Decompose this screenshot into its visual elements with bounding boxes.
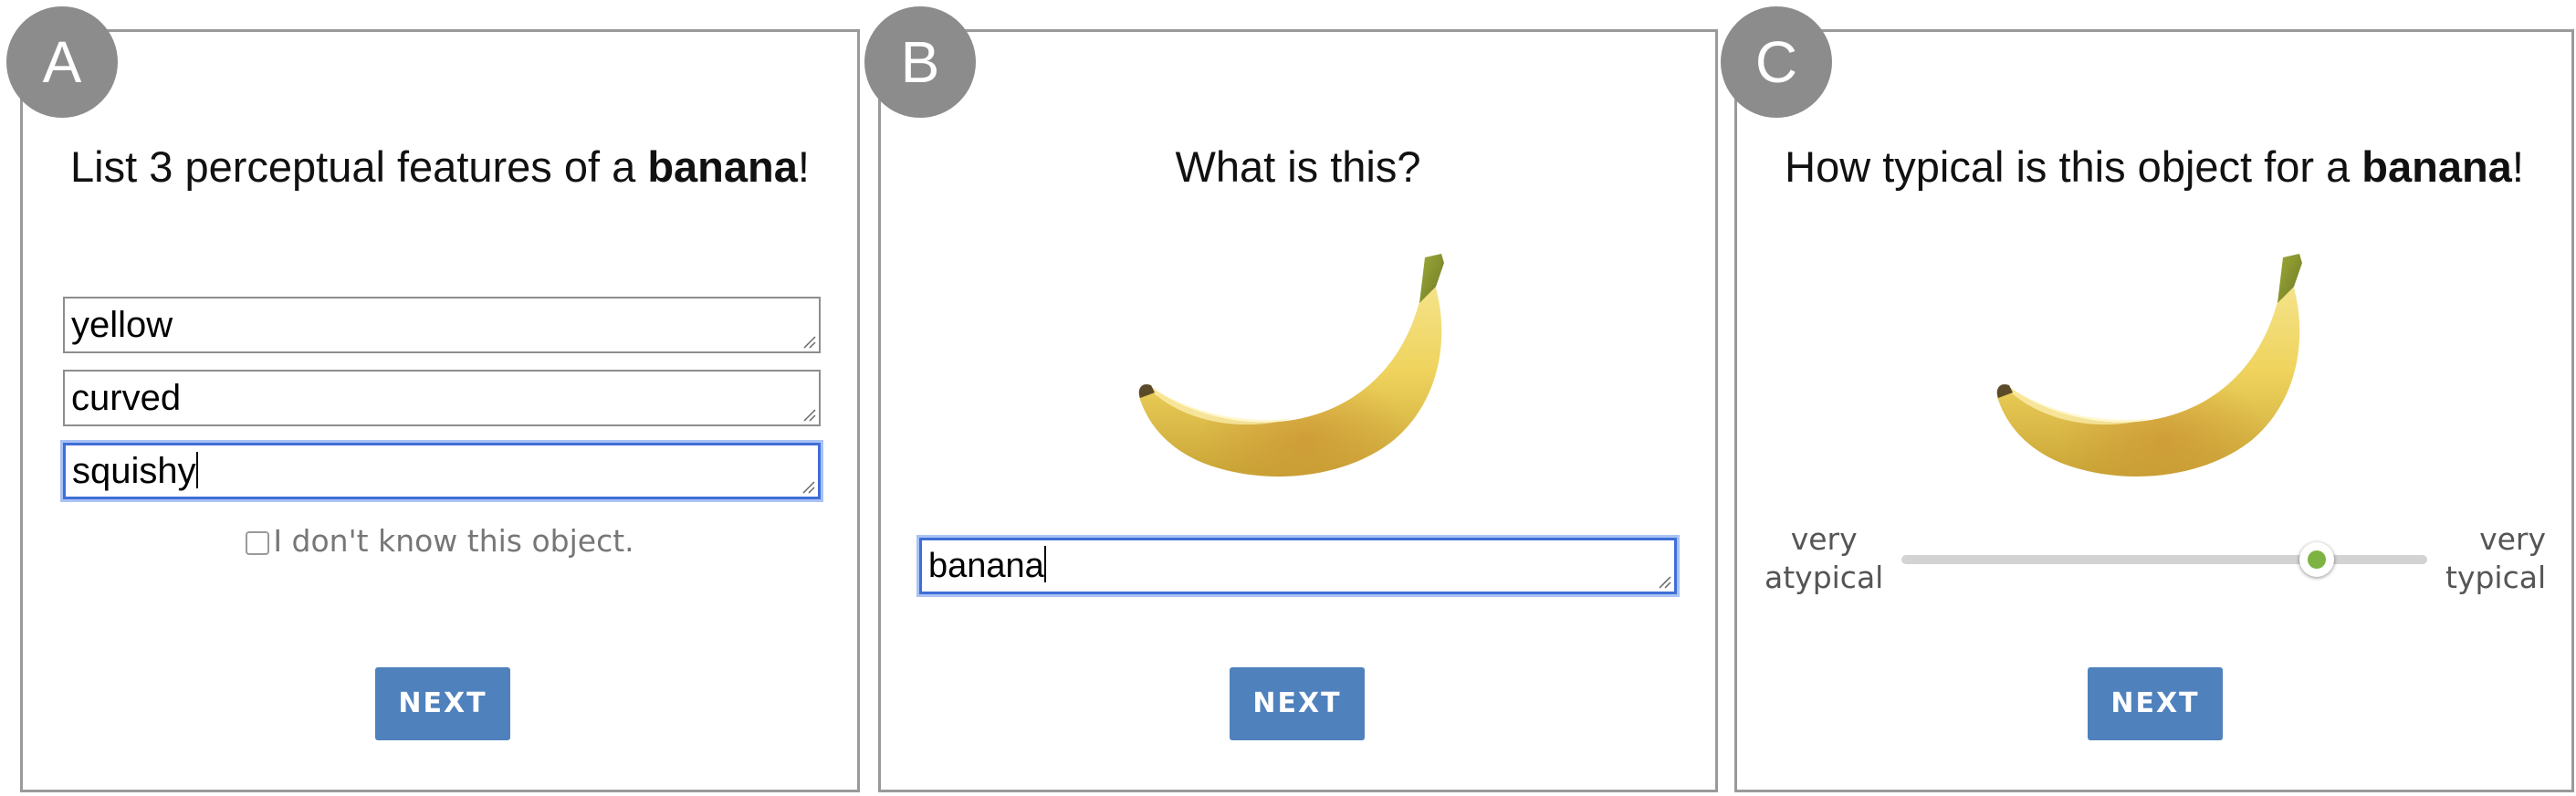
prompt-suffix: ! [797, 142, 810, 191]
next-button[interactable]: NEXT [375, 667, 510, 740]
typicality-slider[interactable] [1901, 542, 2427, 577]
prompt-suffix: ! [2511, 142, 2524, 191]
figure-stage: A List 3 perceptual features of a banana… [0, 0, 2576, 796]
feature-input-1[interactable]: yellow [63, 297, 821, 353]
unknown-object-row: I don't know this object. [23, 523, 857, 559]
prompt-prefix: List 3 perceptual features of a [70, 142, 648, 191]
feature-input-3[interactable]: squishy [63, 443, 821, 499]
prompt-prefix: How typical is this object for a [1785, 142, 2362, 191]
object-name-input[interactable]: banana [919, 538, 1677, 594]
object-name-value: banana [928, 547, 1044, 585]
resize-grip-icon[interactable] [801, 479, 815, 494]
panel-a: A List 3 perceptual features of a banana… [6, 6, 860, 792]
panel-badge-a: A [6, 6, 118, 118]
panel-badge-b: B [864, 6, 976, 118]
resize-grip-icon[interactable] [1657, 574, 1671, 589]
slider-left-label-line2: atypical [1764, 560, 1884, 595]
unknown-object-checkbox[interactable] [246, 531, 270, 555]
panel-b-prompt: What is this? [1175, 142, 1421, 191]
panel-b: B What is this? banana NEXT [864, 6, 1718, 792]
panel-c: C How typical is this object for a banan… [1721, 6, 2574, 792]
feature-input-2-value: curved [71, 378, 182, 418]
slider-left-label: very atypical [1764, 520, 1883, 597]
panel-a-prompt: List 3 perceptual features of a banana! [23, 141, 857, 192]
next-button[interactable]: NEXT [2088, 667, 2223, 740]
resize-grip-icon[interactable] [801, 334, 816, 349]
banana-image [1996, 254, 2302, 477]
prompt-object: banana [647, 142, 798, 191]
panel-badge-c: C [1721, 6, 1832, 118]
resize-grip-icon[interactable] [801, 407, 816, 422]
slider-right-label: very typical [2445, 520, 2546, 597]
banana-image [1138, 254, 1444, 477]
feature-input-2[interactable]: curved [63, 370, 821, 426]
slider-left-label-line1: very [1790, 521, 1858, 557]
unknown-object-label[interactable]: I don't know this object. [273, 523, 634, 559]
prompt-object: banana [2361, 142, 2512, 191]
text-caret [195, 452, 198, 488]
text-caret [1043, 546, 1046, 582]
slider-right-label-line2: typical [2445, 560, 2547, 595]
panel-c-prompt: How typical is this object for a banana! [1737, 141, 2571, 192]
next-button[interactable]: NEXT [1230, 667, 1365, 740]
feature-input-1-value: yellow [71, 305, 173, 345]
slider-thumb[interactable] [2299, 542, 2335, 577]
feature-input-3-value: squishy [72, 451, 196, 491]
slider-right-label-line1: very [2479, 521, 2546, 557]
